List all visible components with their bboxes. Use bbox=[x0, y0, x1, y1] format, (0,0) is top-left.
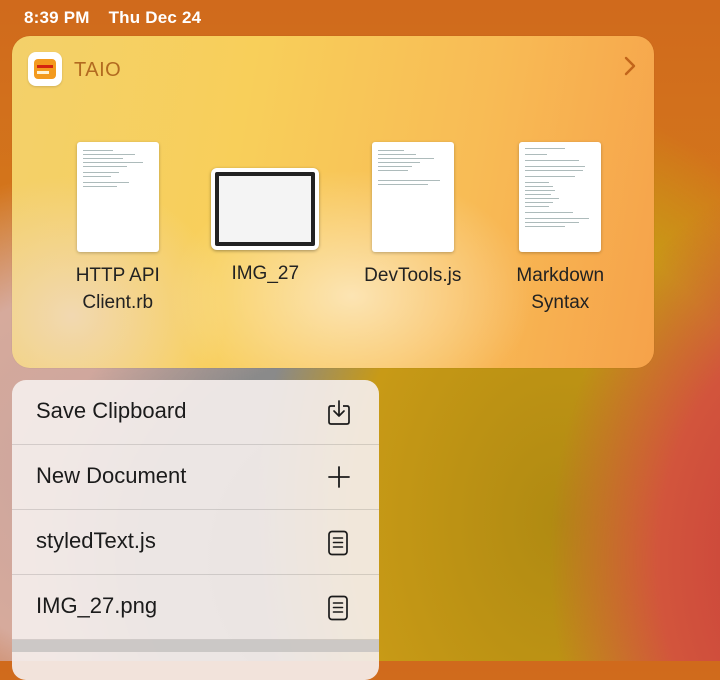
file-item[interactable]: Markdown Syntax bbox=[487, 142, 635, 316]
quick-actions-menu: Save Clipboard New Document styledText.j… bbox=[12, 380, 379, 680]
menu-section-divider bbox=[12, 640, 379, 652]
menu-item-recent-file[interactable]: IMG_27.png bbox=[12, 575, 379, 640]
menu-item-new-document[interactable]: New Document bbox=[12, 445, 379, 510]
recent-files: HTTP API Client.rb IMG_27 DevTools.js Ma… bbox=[44, 142, 634, 316]
file-name: IMG_27 bbox=[231, 263, 300, 284]
menu-item-recent-file[interactable]: styledText.js bbox=[12, 510, 379, 575]
menu-item-label: styledText.js bbox=[36, 528, 156, 553]
plus-icon bbox=[327, 465, 351, 489]
menu-item-save-clipboard[interactable]: Save Clipboard bbox=[12, 380, 379, 445]
save-clipboard-icon bbox=[327, 400, 351, 425]
taio-app-icon bbox=[28, 52, 62, 86]
file-thumbnail bbox=[519, 142, 602, 252]
menu-item-label: New Document bbox=[36, 463, 187, 488]
chevron-right-icon[interactable] bbox=[624, 56, 636, 76]
file-name-line2: Syntax bbox=[531, 292, 590, 313]
file-name: HTTP API bbox=[75, 265, 160, 286]
taio-widget[interactable]: TAIO HTTP API Client.rb IMG_27 DevTools.… bbox=[12, 36, 654, 368]
document-icon bbox=[327, 595, 351, 621]
status-bar: 8:39 PM Thu Dec 24 bbox=[24, 8, 215, 28]
status-time: 8:39 PM bbox=[24, 8, 90, 27]
file-name: Markdown bbox=[516, 265, 605, 286]
menu-item-label: IMG_27.png bbox=[36, 593, 158, 618]
file-name: DevTools.js bbox=[364, 265, 462, 286]
file-thumbnail bbox=[371, 142, 454, 252]
menu-item-label: Save Clipboard bbox=[36, 398, 187, 423]
document-icon bbox=[327, 530, 351, 556]
file-thumbnail bbox=[76, 142, 159, 252]
file-item[interactable]: DevTools.js bbox=[339, 142, 487, 316]
file-name-line2: Client.rb bbox=[82, 292, 154, 313]
widget-app-name: TAIO bbox=[74, 59, 122, 81]
file-item[interactable]: IMG_27 bbox=[192, 142, 340, 316]
image-thumbnail bbox=[211, 168, 320, 250]
file-item[interactable]: HTTP API Client.rb bbox=[44, 142, 192, 316]
status-date: Thu Dec 24 bbox=[108, 8, 202, 27]
